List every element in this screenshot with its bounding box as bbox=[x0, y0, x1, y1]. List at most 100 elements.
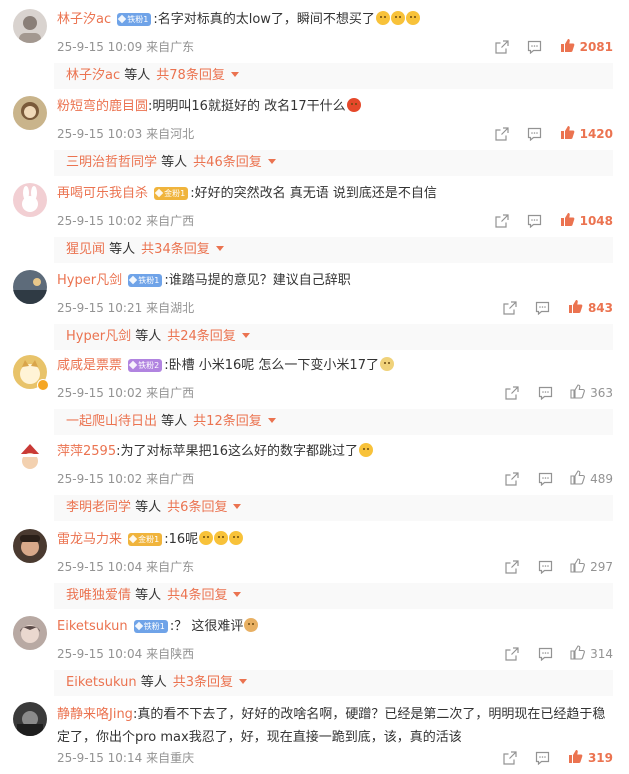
comment-text-line: 萍萍2595:为了对标苹果把16这么好的数字都跳过了 bbox=[57, 442, 619, 462]
chevron-down-icon bbox=[267, 418, 276, 423]
username[interactable]: 萍萍2595 bbox=[57, 444, 116, 459]
reply-total[interactable]: 共46条回复 bbox=[193, 155, 262, 170]
share-icon[interactable] bbox=[504, 646, 520, 662]
username[interactable]: 雷龙马力来 bbox=[57, 532, 122, 547]
share-icon[interactable] bbox=[494, 39, 510, 55]
reply-username[interactable]: Hyper凡剑 bbox=[66, 329, 131, 344]
comment-icon[interactable] bbox=[527, 39, 543, 55]
emoji-icon bbox=[379, 357, 394, 371]
share-icon[interactable] bbox=[494, 213, 510, 229]
comment-text-line: 林子汐ac 铁粉1:名字对标真的太low了，瞬间不想买了 bbox=[57, 10, 619, 30]
comment-text: :谁踏马提的意见？建议自己辞职 bbox=[164, 273, 351, 288]
username[interactable]: 粉短弯的鹿目圆 bbox=[57, 99, 148, 114]
avatar[interactable] bbox=[13, 702, 47, 736]
comment-icon[interactable] bbox=[537, 646, 553, 662]
fan-badge: 金粉1 bbox=[154, 187, 189, 200]
reply-summary[interactable]: Hyper凡剑 等人 共24条回复 bbox=[54, 324, 613, 350]
like-count: 489 bbox=[590, 472, 613, 486]
like-icon bbox=[560, 125, 575, 144]
comment-icon[interactable] bbox=[527, 213, 543, 229]
comment-icon[interactable] bbox=[535, 750, 551, 766]
like-button[interactable]: 1048 bbox=[560, 212, 613, 231]
like-icon bbox=[568, 749, 583, 768]
reply-total[interactable]: 共12条回复 bbox=[193, 414, 262, 429]
username[interactable]: Hyper凡剑 bbox=[57, 273, 122, 288]
username[interactable]: 静静来咯Jing bbox=[57, 707, 133, 722]
reply-total[interactable]: 共34条回复 bbox=[141, 242, 210, 257]
like-button[interactable]: 297 bbox=[570, 557, 613, 577]
like-count: 319 bbox=[587, 751, 613, 765]
like-button[interactable]: 2081 bbox=[560, 38, 613, 57]
chevron-down-icon bbox=[239, 679, 248, 684]
like-button[interactable]: 363 bbox=[570, 383, 613, 403]
chevron-down-icon bbox=[233, 504, 242, 509]
username[interactable]: Eiketsukun bbox=[57, 619, 128, 634]
comment-text: :为了对标苹果把16这么好的数字都跳过了 bbox=[116, 444, 359, 459]
comment-text-line: 雷龙马力来 金粉1:16呢 bbox=[57, 530, 619, 550]
reply-username[interactable]: 猩见闻 bbox=[66, 242, 105, 257]
comment-icon[interactable] bbox=[537, 559, 553, 575]
username[interactable]: 再喝可乐我自杀 bbox=[57, 186, 148, 201]
reply-total[interactable]: 共24条回复 bbox=[167, 329, 236, 344]
reply-username[interactable]: 三明治哲哲同学 bbox=[66, 155, 157, 170]
like-button[interactable]: 489 bbox=[570, 469, 613, 489]
reply-summary[interactable]: 猩见闻 等人 共34条回复 bbox=[54, 237, 613, 263]
reply-total[interactable]: 共6条回复 bbox=[167, 500, 227, 515]
emoji-icon bbox=[214, 531, 229, 545]
comment-icon[interactable] bbox=[537, 385, 553, 401]
reply-username[interactable]: 李明老同学 bbox=[66, 500, 131, 515]
comment-icon[interactable] bbox=[527, 126, 543, 142]
like-count: 314 bbox=[590, 647, 613, 661]
reply-summary[interactable]: 我唯独爱倩 等人 共4条回复 bbox=[54, 583, 613, 609]
chevron-down-icon bbox=[215, 246, 224, 251]
avatar[interactable] bbox=[13, 441, 47, 475]
verified-icon bbox=[37, 379, 49, 391]
share-icon[interactable] bbox=[502, 750, 518, 766]
reply-summary[interactable]: Eiketsukun 等人 共3条回复 bbox=[54, 670, 613, 696]
reply-total[interactable]: 共3条回复 bbox=[173, 675, 233, 690]
comment-meta: 25-9-15 10:09 来自广东 bbox=[57, 40, 195, 54]
like-count: 1420 bbox=[579, 127, 613, 141]
reply-summary[interactable]: 一起爬山待日出 等人 共12条回复 bbox=[54, 409, 613, 435]
reply-total[interactable]: 共4条回复 bbox=[167, 588, 227, 603]
share-icon[interactable] bbox=[504, 385, 520, 401]
comment-text: :16呢 bbox=[164, 532, 199, 547]
avatar[interactable] bbox=[13, 183, 47, 217]
reply-summary[interactable]: 李明老同学 等人 共6条回复 bbox=[54, 495, 613, 521]
reply-mid-text: 等人 bbox=[109, 242, 136, 257]
chevron-down-icon bbox=[241, 333, 250, 338]
username[interactable]: 林子汐ac bbox=[57, 12, 111, 27]
reply-summary[interactable]: 三明治哲哲同学 等人 共46条回复 bbox=[54, 150, 613, 176]
reply-username[interactable]: 一起爬山待日出 bbox=[66, 414, 157, 429]
reply-total[interactable]: 共78条回复 bbox=[156, 68, 225, 83]
emoji-icon bbox=[229, 531, 244, 545]
comment-icon[interactable] bbox=[537, 471, 553, 487]
avatar[interactable] bbox=[13, 529, 47, 563]
comment-text-line: 咸咸是票票 铁粉2:卧槽 小米16呢 怎么一下变小米17了 bbox=[57, 356, 619, 376]
reply-mid-text: 等人 bbox=[135, 588, 162, 603]
like-icon bbox=[560, 38, 575, 57]
chevron-down-icon bbox=[267, 159, 276, 164]
like-button[interactable]: 319 bbox=[568, 749, 613, 768]
avatar[interactable] bbox=[13, 96, 47, 130]
reply-username[interactable]: 我唯独爱倩 bbox=[66, 588, 131, 603]
like-button[interactable]: 314 bbox=[570, 644, 613, 664]
comment-meta: 25-9-15 10:21 来自湖北 bbox=[57, 301, 195, 315]
reply-username[interactable]: 林子汐ac bbox=[66, 68, 120, 83]
comment-actions: 1048 bbox=[477, 212, 613, 230]
like-button[interactable]: 843 bbox=[568, 299, 613, 318]
username[interactable]: 咸咸是票票 bbox=[57, 358, 122, 373]
like-icon bbox=[568, 299, 583, 318]
comment-icon[interactable] bbox=[535, 300, 551, 316]
share-icon[interactable] bbox=[504, 559, 520, 575]
share-icon[interactable] bbox=[494, 126, 510, 142]
comment-text-line: Eiketsukun 铁粉1:？ 这很难评 bbox=[57, 617, 619, 637]
avatar[interactable] bbox=[13, 270, 47, 304]
reply-username[interactable]: Eiketsukun bbox=[66, 675, 137, 690]
reply-summary[interactable]: 林子汐ac 等人 共78条回复 bbox=[54, 63, 613, 89]
avatar[interactable] bbox=[13, 9, 47, 43]
like-button[interactable]: 1420 bbox=[560, 125, 613, 144]
share-icon[interactable] bbox=[504, 471, 520, 487]
share-icon[interactable] bbox=[502, 300, 518, 316]
avatar[interactable] bbox=[13, 616, 47, 650]
